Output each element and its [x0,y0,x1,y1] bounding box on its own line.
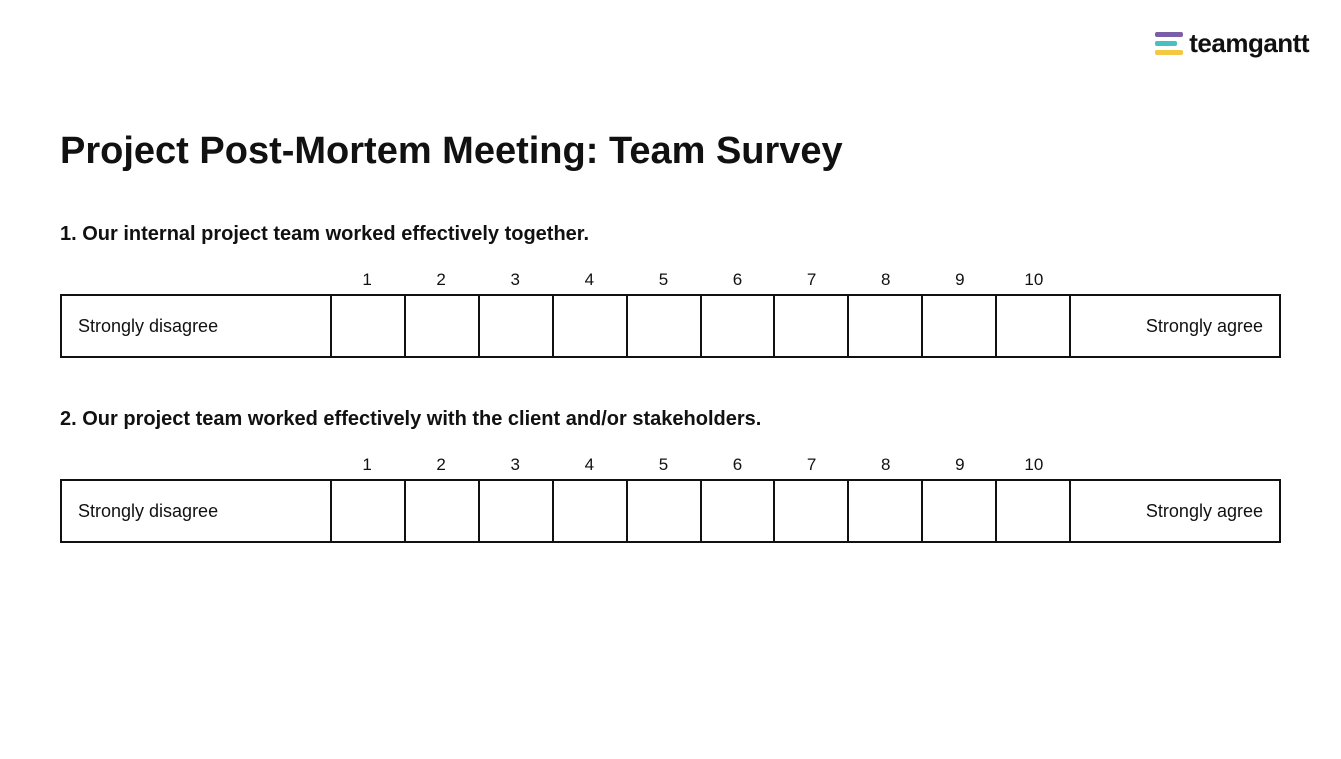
scale-cell-q2-6[interactable] [702,481,776,541]
question-2-label-left: Strongly disagree [62,481,332,541]
logo-bar-teal [1155,41,1177,46]
scale-num-10: 10 [997,270,1071,290]
scale-num-8: 8 [849,270,923,290]
logo: teamgantt [1155,28,1309,59]
scale-cell-q2-7[interactable] [775,481,849,541]
scale-num-3: 3 [478,270,552,290]
scale-cell-q2-10[interactable] [997,481,1069,541]
question-2-scale: 1 2 3 4 5 6 7 8 9 10 Strongly disagree [60,455,1281,543]
scale-cell-q2-5[interactable] [628,481,702,541]
scale-num-7: 7 [775,270,849,290]
scale-cell-6[interactable] [702,296,776,356]
question-1-scale-row: Strongly disagree Strongly agree [60,294,1281,358]
scale-num-q2-3: 3 [478,455,552,475]
question-1-scale: 1 2 3 4 5 6 7 8 9 10 Strongly disagree [60,270,1281,358]
question-2-cells [332,481,1069,541]
question-1-numbers: 1 2 3 4 5 6 7 8 9 10 [330,270,1071,290]
scale-cell-5[interactable] [628,296,702,356]
scale-cell-9[interactable] [923,296,997,356]
scale-cell-10[interactable] [997,296,1069,356]
scale-cell-q2-1[interactable] [332,481,406,541]
scale-cell-4[interactable] [554,296,628,356]
question-1-cells [332,296,1069,356]
logo-icon [1155,32,1183,55]
scale-cell-7[interactable] [775,296,849,356]
scale-cell-q2-4[interactable] [554,481,628,541]
scale-num-q2-6: 6 [700,455,774,475]
question-2-label-right: Strongly agree [1069,481,1279,541]
question-1-label: 1. Our internal project team worked effe… [60,223,1281,246]
scale-cell-8[interactable] [849,296,923,356]
logo-bar-purple [1155,32,1183,37]
question-2-block: 2. Our project team worked effectively w… [60,408,1281,543]
question-2-label: 2. Our project team worked effectively w… [60,408,1281,431]
page-title: Project Post-Mortem Meeting: Team Survey [60,130,1281,173]
question-1-label-left: Strongly disagree [62,296,332,356]
scale-num-5: 5 [626,270,700,290]
question-2-numbers: 1 2 3 4 5 6 7 8 9 10 [330,455,1071,475]
scale-cell-2[interactable] [406,296,480,356]
scale-num-q2-1: 1 [330,455,404,475]
scale-num-q2-7: 7 [775,455,849,475]
scale-num-2: 2 [404,270,478,290]
scale-cell-q2-9[interactable] [923,481,997,541]
scale-cell-q2-3[interactable] [480,481,554,541]
scale-num-1: 1 [330,270,404,290]
scale-num-6: 6 [700,270,774,290]
question-1-label-right: Strongly agree [1069,296,1279,356]
scale-cell-q2-8[interactable] [849,481,923,541]
scale-cell-3[interactable] [480,296,554,356]
question-1-block: 1. Our internal project team worked effe… [60,223,1281,358]
scale-num-q2-2: 2 [404,455,478,475]
scale-num-q2-5: 5 [626,455,700,475]
scale-num-q2-9: 9 [923,455,997,475]
scale-cell-q2-2[interactable] [406,481,480,541]
scale-num-4: 4 [552,270,626,290]
scale-num-9: 9 [923,270,997,290]
logo-bar-yellow [1155,50,1183,55]
scale-num-q2-8: 8 [849,455,923,475]
question-2-scale-row: Strongly disagree Strongly agree [60,479,1281,543]
scale-cell-1[interactable] [332,296,406,356]
scale-num-q2-4: 4 [552,455,626,475]
scale-num-q2-10: 10 [997,455,1071,475]
logo-text: teamgantt [1189,28,1309,59]
